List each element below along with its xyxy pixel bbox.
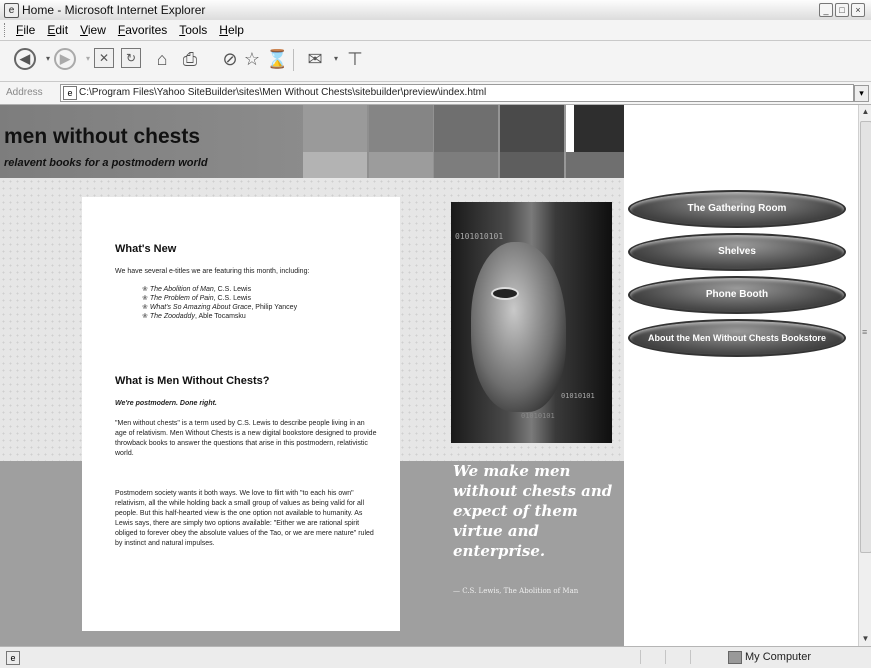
about-heading: What is Men Without Chests? (115, 375, 270, 387)
binary-text: 01010101 (561, 392, 595, 400)
menu-favorites[interactable]: Favorites (118, 23, 167, 37)
header-swatch-bottom (303, 152, 367, 178)
nav-phone-booth[interactable]: Phone Booth (628, 276, 846, 314)
quote-source: — C.S. Lewis, The Abolition of Man (453, 587, 579, 595)
featured-list: The Abolition of Man, C.S. Lewis The Pro… (142, 285, 297, 321)
menu-view[interactable]: View (80, 23, 106, 37)
back-icon[interactable]: ◀ (14, 48, 36, 70)
refresh-icon[interactable]: ↻ (121, 48, 141, 68)
nav-about[interactable]: About the Men Without Chests Bookstore (628, 319, 846, 357)
maximize-icon[interactable]: □ (835, 3, 849, 17)
binary-text: 0101010101 (455, 232, 504, 241)
whats-new-intro: We have several e-titles we are featurin… (115, 268, 310, 275)
eye-shape (491, 287, 519, 300)
window-title: Home - Microsoft Internet Explorer (22, 3, 206, 17)
book-title[interactable]: What's So Amazing About Grace (150, 304, 252, 311)
address-dropdown-icon[interactable]: ▾ (854, 85, 869, 102)
header-swatch-bottom (369, 152, 433, 178)
page-icon: e (63, 86, 77, 100)
browser-window: e Home - Microsoft Internet Explorer _ □… (0, 0, 871, 668)
book-title[interactable]: The Abolition of Man (150, 286, 214, 293)
header-swatch (303, 105, 367, 152)
ie-icon: e (4, 3, 19, 18)
list-item: The Zoodaddy, Able Tocamsku (142, 312, 297, 321)
status-page-icon: e (6, 651, 20, 665)
stop-icon[interactable]: ✕ (94, 48, 114, 68)
search-icon[interactable]: ⊘ (219, 48, 241, 70)
nav-gathering-room[interactable]: The Gathering Room (628, 190, 846, 228)
header-swatch (369, 105, 433, 152)
close-icon[interactable]: × (851, 3, 865, 17)
about-paragraph-1: "Men without chests" is a term used by C… (115, 420, 377, 457)
site-title: men without chests (4, 125, 201, 148)
toolbar-grip[interactable] (4, 23, 7, 37)
print-icon[interactable]: ⎙ (179, 48, 201, 70)
favorites-icon[interactable]: ☆ (241, 48, 263, 70)
status-bar: e My Computer (0, 646, 871, 668)
list-item: What's So Amazing About Grace, Philip Ya… (142, 303, 297, 312)
computer-icon (728, 651, 742, 664)
scroll-thumb[interactable] (860, 121, 871, 553)
header-swatch (574, 105, 624, 152)
address-label: Address (6, 87, 43, 98)
site-header: men without chests relavent books for a … (0, 105, 624, 178)
whats-new-heading: What's New (115, 243, 177, 255)
mail-icon[interactable]: ✉ (304, 48, 326, 70)
content-panel: What's New We have several e-titles we a… (82, 197, 400, 631)
scroll-down-icon[interactable]: ▼ (859, 632, 871, 646)
messenger-icon[interactable]: ⊤ (344, 48, 366, 70)
menu-help[interactable]: Help (219, 23, 244, 37)
face-image: 0101010101 01010101 01010101 (451, 202, 612, 443)
book-title[interactable]: The Problem of Pain (150, 295, 214, 302)
forward-icon[interactable]: ▶ (54, 48, 76, 70)
status-pane (640, 650, 665, 664)
binary-text: 01010101 (521, 412, 555, 420)
address-bar: Address e C:\Program Files\Yahoo SiteBui… (0, 82, 871, 105)
status-pane (665, 650, 690, 664)
scroll-up-icon[interactable]: ▲ (859, 105, 871, 119)
header-swatch-bottom (500, 152, 564, 178)
about-paragraph-2: Postmodern society wants it both ways. W… (115, 490, 374, 547)
face-shape (471, 242, 566, 412)
menu-tools[interactable]: Tools (179, 23, 207, 37)
list-item: The Problem of Pain, C.S. Lewis (142, 294, 297, 303)
header-swatch-bottom (434, 152, 498, 178)
home-icon[interactable]: ⌂ (151, 48, 173, 70)
history-icon[interactable]: ⌛ (266, 48, 288, 70)
status-pane (690, 650, 715, 664)
menu-file[interactable]: File (16, 23, 35, 37)
vertical-scrollbar[interactable]: ▲ ▼ (858, 105, 871, 646)
header-swatch-bottom (566, 152, 624, 178)
security-zone: My Computer (745, 651, 812, 663)
header-swatch (566, 105, 574, 152)
menu-bar: File Edit View Favorites Tools Help (0, 20, 871, 41)
address-input[interactable]: e C:\Program Files\Yahoo SiteBuilder\sit… (60, 84, 854, 102)
list-item: The Abolition of Man, C.S. Lewis (142, 285, 297, 294)
nav-shelves[interactable]: Shelves (628, 233, 846, 271)
about-subheading: We're postmodern. Done right. (115, 400, 217, 407)
header-swatch (434, 105, 498, 152)
quote-text: We make men without chests and expect of… (453, 462, 613, 560)
site-tagline: relavent books for a postmodern world (4, 157, 208, 169)
book-title[interactable]: The Zoodaddy (150, 313, 195, 320)
page-viewport: men without chests relavent books for a … (0, 105, 858, 646)
address-url[interactable]: C:\Program Files\Yahoo SiteBuilder\sites… (79, 87, 486, 98)
minimize-icon[interactable]: _ (819, 3, 833, 17)
title-bar: e Home - Microsoft Internet Explorer _ □… (0, 0, 871, 21)
header-swatch (500, 105, 564, 152)
menu-edit[interactable]: Edit (47, 23, 68, 37)
toolbar: ◀ ▾ ▶ ▾ ✕ ↻ ⌂ ⎙ ⊘ ☆ ⌛ ✉ ▾ ⊤ (0, 41, 871, 82)
